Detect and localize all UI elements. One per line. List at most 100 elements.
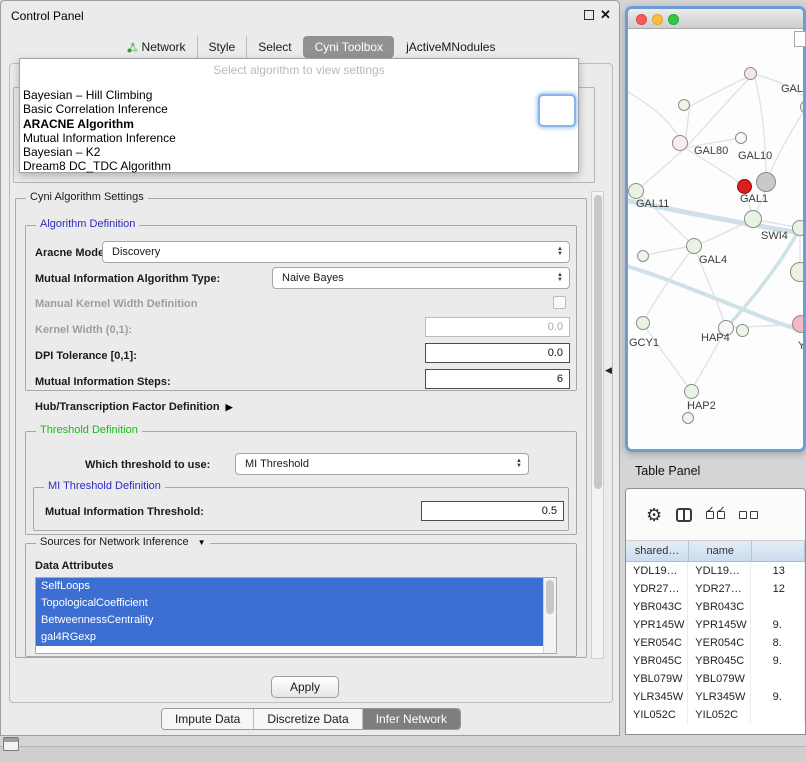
table-column-header[interactable]: [752, 541, 805, 561]
table-cell[interactable]: YER054C: [688, 634, 750, 652]
close-traffic-light[interactable]: [636, 14, 647, 25]
table-cell[interactable]: YBR043C: [688, 598, 750, 616]
panel-collapse-handle[interactable]: ◀: [605, 365, 612, 376]
table-row[interactable]: YIL052CYIL052C: [626, 706, 805, 724]
scrollbar-thumb[interactable]: [594, 195, 602, 489]
table-cell[interactable]: YBR045C: [688, 652, 750, 670]
table-cell[interactable]: 13: [751, 562, 805, 580]
network-canvas[interactable]: GAL80GAL10GAL11GAL1SWI4GAL4GCY1HAP4HAP2G…: [628, 29, 803, 449]
mi-threshold-field[interactable]: 0.5: [421, 501, 564, 521]
attribute-item-gal4rgexp[interactable]: gal4RGexp: [36, 629, 545, 646]
table-cell[interactable]: YDL19…: [626, 562, 688, 580]
network-node-gal4[interactable]: [686, 238, 702, 254]
table-row[interactable]: YER054CYER054C8.: [626, 634, 805, 652]
network-node[interactable]: [792, 315, 803, 333]
float-window-icon[interactable]: [584, 10, 594, 20]
table-row[interactable]: YDL19…YDL19…13: [626, 562, 805, 580]
attribute-item-selfloops[interactable]: SelfLoops: [36, 578, 545, 595]
table-row[interactable]: YBR045CYBR045C9.: [626, 652, 805, 670]
table-cell[interactable]: YER054C: [626, 634, 688, 652]
network-node-gal80[interactable]: [672, 135, 688, 151]
network-scrollbar[interactable]: [794, 31, 806, 47]
table-cell[interactable]: YBL079W: [626, 670, 688, 688]
network-node-hap2[interactable]: [684, 384, 699, 399]
tab-jactivemnodules[interactable]: jActiveMNodules: [394, 36, 506, 58]
zoom-traffic-light[interactable]: [668, 14, 679, 25]
network-node[interactable]: [682, 412, 694, 424]
restore-panel-icon[interactable]: [3, 737, 19, 751]
bottom-tab-discretize-data[interactable]: Discretize Data: [253, 709, 361, 729]
gear-icon[interactable]: ⚙: [646, 506, 662, 524]
table-cell[interactable]: YDR27…: [688, 580, 750, 598]
network-node-gal10[interactable]: [756, 172, 776, 192]
table-row[interactable]: YBR043CYBR043C: [626, 598, 805, 616]
table-cell[interactable]: [751, 598, 805, 616]
table-cell[interactable]: 12: [751, 580, 805, 598]
algorithm-option-basic-correlation-inference[interactable]: Basic Correlation Inference: [20, 102, 578, 116]
table-cell[interactable]: 9.: [751, 688, 805, 706]
which-threshold-select[interactable]: MI Threshold: [235, 453, 529, 475]
network-node[interactable]: [736, 324, 749, 337]
focused-spinner-field[interactable]: [538, 94, 576, 127]
tab-select[interactable]: Select: [246, 36, 302, 58]
table-cell[interactable]: YDR27…: [626, 580, 688, 598]
attribute-item-topologicalcoefficient[interactable]: TopologicalCoefficient: [36, 595, 545, 612]
kernel-width-field[interactable]: 0.0: [425, 317, 570, 337]
table-cell[interactable]: YBR045C: [626, 652, 688, 670]
manual-kernel-checkbox[interactable]: [553, 296, 566, 309]
table-cell[interactable]: YLR345W: [688, 688, 750, 706]
table-cell[interactable]: 9.: [751, 652, 805, 670]
aracne-mode-select[interactable]: Discovery: [102, 241, 570, 263]
attribute-item-betweennesscentrality[interactable]: BetweennessCentrality: [36, 612, 545, 629]
table-cell[interactable]: 9.: [751, 616, 805, 634]
network-node[interactable]: [744, 67, 757, 80]
network-node[interactable]: [678, 99, 690, 111]
network-node[interactable]: [637, 250, 649, 262]
table-row[interactable]: YLR345WYLR345W9.: [626, 688, 805, 706]
network-node[interactable]: [790, 262, 803, 282]
algorithm-option-aracne-algorithm[interactable]: ARACNE Algorithm: [20, 117, 578, 131]
network-node-gal1[interactable]: [744, 210, 762, 228]
table-cell[interactable]: YBL079W: [688, 670, 750, 688]
table-row[interactable]: YPR145WYPR145W9.: [626, 616, 805, 634]
table-cell[interactable]: YLR345W: [626, 688, 688, 706]
network-node-gal11[interactable]: [628, 183, 644, 199]
mi-algorithm-type-select[interactable]: Naive Bayes: [272, 267, 570, 289]
network-node-swi4[interactable]: [792, 220, 803, 236]
bottom-tab-infer-network[interactable]: Infer Network: [362, 709, 460, 729]
settings-scrollbar[interactable]: [591, 191, 604, 659]
table-cell[interactable]: [751, 706, 805, 724]
table-row[interactable]: YDR27…YDR27…12: [626, 580, 805, 598]
algorithm-option-dream8-dc-tdc-algorithm[interactable]: Dream8 DC_TDC Algorithm: [20, 159, 578, 173]
hub-section-toggle[interactable]: Hub/Transcription Factor Definition▶: [35, 401, 232, 413]
table-cell[interactable]: YPR145W: [626, 616, 688, 634]
table-column-header[interactable]: name: [689, 541, 752, 561]
table-column-header[interactable]: shared…: [626, 541, 689, 561]
algorithm-option-bayesian-hill-climbing[interactable]: Bayesian – Hill Climbing: [20, 88, 578, 102]
table-cell[interactable]: YIL052C: [688, 706, 750, 724]
close-icon[interactable]: ✕: [600, 7, 611, 23]
tab-cyni-toolbox[interactable]: Cyni Toolbox: [303, 36, 394, 58]
table-cell[interactable]: [751, 670, 805, 688]
bottom-tab-impute-data[interactable]: Impute Data: [162, 709, 253, 729]
table-cell[interactable]: 8.: [751, 634, 805, 652]
algorithm-option-mutual-information-inference[interactable]: Mutual Information Inference: [20, 131, 578, 145]
mi-steps-field[interactable]: 6: [425, 369, 570, 389]
table-cell[interactable]: YDL19…: [688, 562, 750, 580]
dpi-tolerance-field[interactable]: 0.0: [425, 343, 570, 363]
network-node[interactable]: [735, 132, 747, 144]
table-cell[interactable]: YIL052C: [626, 706, 688, 724]
select-all-checkboxes-icon[interactable]: [706, 511, 725, 519]
attributes-scrollbar[interactable]: [543, 578, 556, 653]
table-cell[interactable]: YPR145W: [688, 616, 750, 634]
network-node[interactable]: [737, 179, 752, 194]
network-node-gcy1[interactable]: [636, 316, 650, 330]
scrollbar-thumb[interactable]: [546, 580, 554, 614]
apply-button[interactable]: Apply: [271, 676, 339, 698]
column-selector-icon[interactable]: [676, 508, 692, 522]
algorithm-option-bayesian-k2[interactable]: Bayesian – K2: [20, 145, 578, 159]
table-row[interactable]: YBL079WYBL079W: [626, 670, 805, 688]
table-cell[interactable]: YBR043C: [626, 598, 688, 616]
minimize-traffic-light[interactable]: [652, 14, 663, 25]
sources-section-toggle[interactable]: Sources for Network Inference ▼: [36, 536, 210, 548]
